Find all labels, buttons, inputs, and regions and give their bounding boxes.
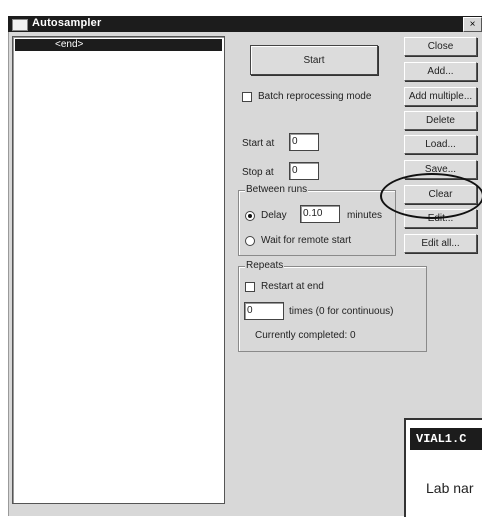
between-runs-legend: Between runs <box>245 184 309 195</box>
delay-field[interactable]: 0.10 <box>300 205 340 223</box>
restart-at-end-label: Restart at end <box>261 281 324 292</box>
between-runs-group: Between runs <box>238 184 396 256</box>
vial-panel: VIAL1.C Lab nar <box>404 418 482 517</box>
load-button[interactable]: Load... <box>404 135 477 154</box>
add-button[interactable]: Add... <box>404 62 477 81</box>
currently-completed-label: Currently completed: 0 <box>255 330 356 341</box>
wait-remote-radio[interactable] <box>245 236 255 246</box>
repeat-times-field[interactable]: 0 <box>244 302 284 320</box>
stop-at-label: Stop at <box>242 167 274 178</box>
add-multiple-button[interactable]: Add multiple... <box>404 87 477 106</box>
sample-list[interactable]: <end> <box>12 36 225 504</box>
start-button[interactable]: Start <box>250 45 378 75</box>
start-at-field[interactable]: 0 <box>289 133 319 151</box>
delay-radio[interactable] <box>245 211 255 221</box>
edit-all-button[interactable]: Edit all... <box>404 234 477 253</box>
batch-reprocessing-checkbox[interactable] <box>242 92 252 102</box>
wait-remote-label: Wait for remote start <box>261 235 352 246</box>
restart-at-end-checkbox[interactable] <box>245 282 255 292</box>
vial-lab-name: Lab nar <box>426 480 474 496</box>
highlight-ellipse-annotation <box>380 173 482 219</box>
delete-button[interactable]: Delete <box>404 111 477 130</box>
window-icon <box>12 19 28 31</box>
title-bar[interactable]: Autosampler × <box>8 16 482 32</box>
batch-reprocessing-label: Batch reprocessing mode <box>258 91 372 102</box>
list-item-end[interactable]: <end> <box>15 39 222 51</box>
window-title: Autosampler <box>32 17 102 29</box>
vial-header: VIAL1.C <box>410 428 482 450</box>
start-at-label: Start at <box>242 138 275 149</box>
repeats-legend: Repeats <box>245 260 285 271</box>
delay-label: Delay <box>261 210 287 221</box>
close-window-button[interactable]: × <box>463 17 482 32</box>
stop-at-field[interactable]: 0 <box>289 162 319 180</box>
close-button[interactable]: Close <box>404 37 477 56</box>
minutes-label: minutes <box>347 210 383 221</box>
repeat-times-label: times (0 for continuous) <box>289 306 394 317</box>
